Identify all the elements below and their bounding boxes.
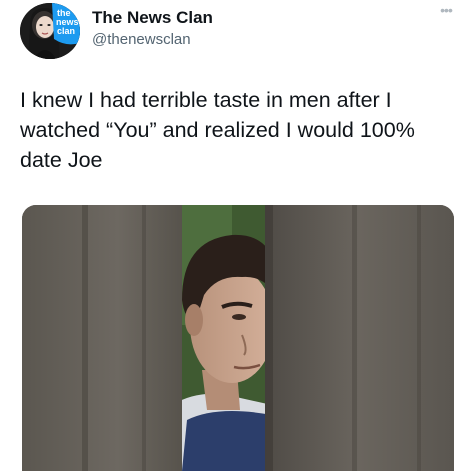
tweet-card: the news clan The News Clan @thenewsclan…	[0, 0, 474, 471]
display-name[interactable]: The News Clan	[92, 8, 213, 28]
author-info: The News Clan @thenewsclan	[92, 8, 213, 50]
avatar[interactable]: the news clan	[20, 3, 80, 59]
avatar-image: the news clan	[20, 3, 80, 59]
user-handle[interactable]: @thenewsclan	[92, 30, 213, 50]
tweet-header: the news clan The News Clan @thenewsclan…	[20, 3, 458, 59]
tweet-media-photo[interactable]	[22, 205, 454, 471]
tweet-text: I knew I had terrible taste in men after…	[20, 88, 415, 172]
photo-image	[22, 205, 454, 471]
more-dots-icon[interactable]: •••	[434, 3, 458, 19]
avatar-logo-line-3: clan	[57, 26, 75, 36]
